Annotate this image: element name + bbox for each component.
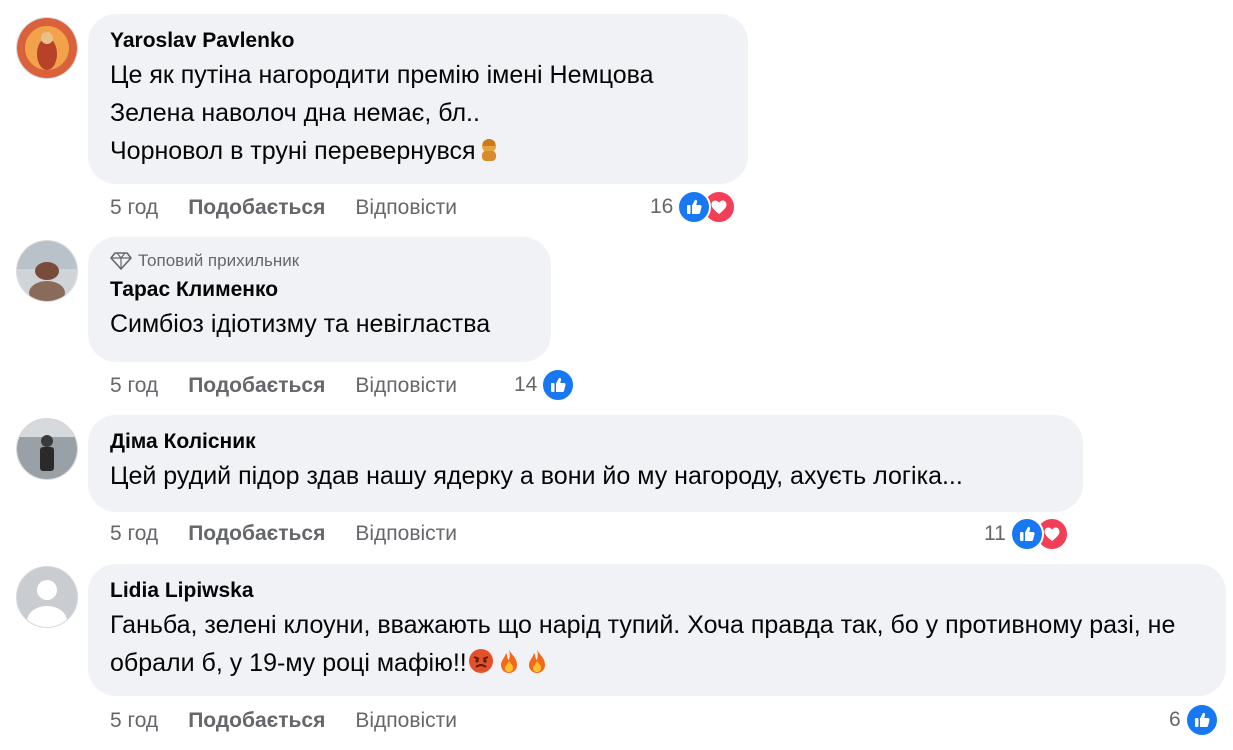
reaction-summary[interactable]: 16	[650, 190, 737, 224]
reaction-count: 14	[514, 373, 538, 396]
reaction-count: 6	[1169, 708, 1181, 731]
comment-time[interactable]: 5 год	[110, 372, 158, 400]
fire-icon	[523, 647, 551, 686]
comment-author[interactable]: Тарас Клименко	[110, 277, 527, 303]
like-icon	[541, 368, 576, 402]
comment-bubble: Топовий прихильник Тарас Клименко Симбіо…	[88, 237, 551, 362]
comment-time[interactable]: 5 год	[110, 520, 158, 548]
comment-actions: 5 год Подобається Відповісти	[110, 372, 457, 400]
comment-author[interactable]: Yaroslav Pavlenko	[110, 28, 724, 54]
comment-author[interactable]: Lidia Lipiwska	[110, 578, 1202, 604]
top-fan-badge: Топовий прихильник	[110, 251, 527, 271]
diamond-icon	[110, 252, 132, 270]
avatar[interactable]	[16, 418, 78, 480]
comment-actions: 5 год Подобається Відповісти	[110, 520, 457, 548]
comment-time[interactable]: 5 год	[110, 707, 158, 735]
comment-bubble: Діма Колісник Цей рудий підор здав нашу …	[88, 415, 1083, 512]
reaction-count: 16	[650, 195, 674, 218]
comment-text: Ганьба, зелені клоуни, вважають що нарід…	[110, 606, 1202, 686]
badge-label: Топовий прихильник	[138, 251, 300, 270]
reply-button[interactable]: Відповісти	[355, 372, 457, 400]
comment-actions: 5 год Подобається Відповісти	[110, 707, 457, 735]
angry-face-icon	[467, 647, 495, 686]
avatar[interactable]	[16, 566, 78, 628]
reaction-summary[interactable]: 14	[514, 368, 576, 402]
reply-button[interactable]: Відповісти	[355, 520, 457, 548]
like-button[interactable]: Подобається	[188, 194, 325, 222]
reply-button[interactable]: Відповісти	[355, 707, 457, 735]
avatar[interactable]	[16, 240, 78, 302]
reaction-summary[interactable]: 11	[984, 517, 1069, 551]
comment-text-line: Це як путіна нагородити премію імені Нем…	[110, 61, 654, 89]
comment-text-line: Зелена наволоч дна немає, бл..	[110, 99, 480, 127]
comment-text-line: Цей рудий підор здав нашу ядерку а вони …	[110, 462, 963, 490]
like-button[interactable]: Подобається	[188, 372, 325, 400]
like-button[interactable]: Подобається	[188, 707, 325, 735]
like-button[interactable]: Подобається	[188, 520, 325, 548]
comment-bubble: Lidia Lipiwska Ганьба, зелені клоуни, вв…	[88, 564, 1226, 696]
comment-text-line: Симбіоз ідіотизму та невігластва	[110, 310, 491, 338]
comment-bubble: Yaroslav Pavlenko Це як путіна нагородит…	[88, 14, 748, 184]
emoji-icon	[476, 136, 502, 174]
comment-time[interactable]: 5 год	[110, 194, 158, 222]
reaction-summary[interactable]: 6	[1169, 703, 1219, 737]
comment-text-line: Чорновол в труні перевернувся	[110, 132, 724, 174]
reply-button[interactable]: Відповісти	[355, 194, 457, 222]
avatar[interactable]	[16, 17, 78, 79]
reaction-count: 11	[984, 522, 1006, 545]
fire-icon	[495, 647, 523, 686]
like-icon	[1009, 517, 1044, 551]
like-icon	[1184, 703, 1219, 737]
comment-actions: 5 год Подобається Відповісти	[110, 194, 457, 222]
comment-author[interactable]: Діма Колісник	[110, 429, 1059, 455]
